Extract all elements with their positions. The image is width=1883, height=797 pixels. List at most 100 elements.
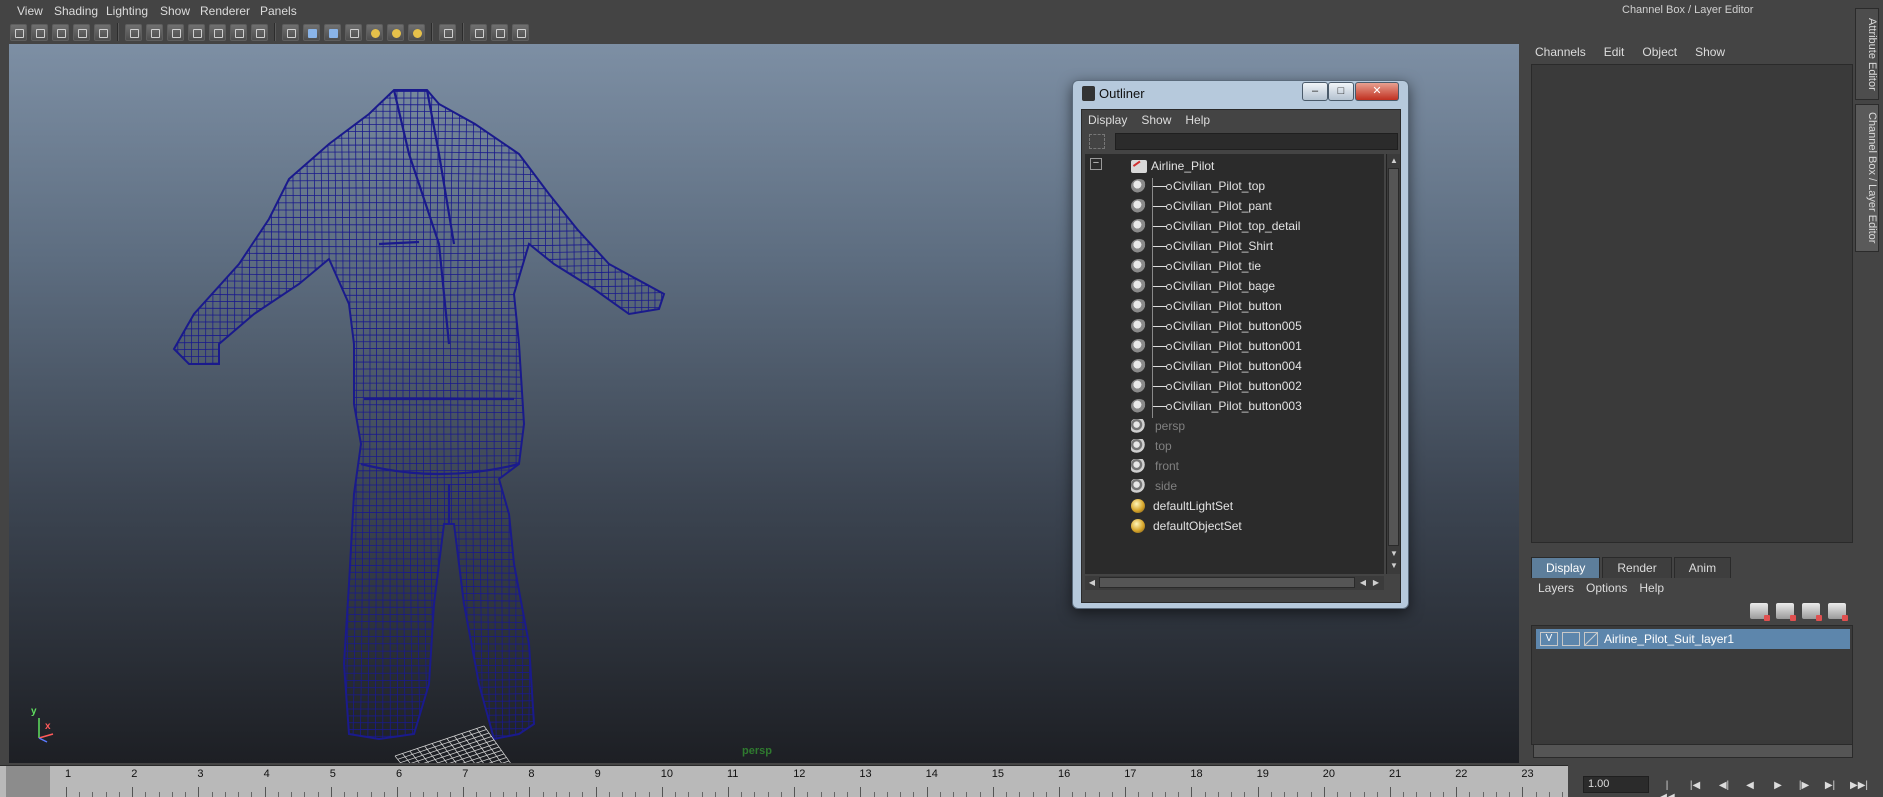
layer-name[interactable]: Airline_Pilot_Suit_layer1 xyxy=(1604,632,1734,646)
wireframe-icon[interactable] xyxy=(282,23,299,41)
select-camera-icon[interactable] xyxy=(10,23,27,41)
menu-help[interactable]: Help xyxy=(1185,113,1210,127)
go-to-start-icon[interactable]: |◀◀ xyxy=(1659,780,1675,797)
outliner-item-camera[interactable]: persp xyxy=(1131,416,1185,436)
menu-show-outliner[interactable]: Show xyxy=(1141,113,1171,127)
play-forwards-icon[interactable]: ▶ xyxy=(1770,780,1786,792)
menu-show[interactable]: Show xyxy=(160,4,190,18)
outliner-horizontal-scrollbar[interactable]: ◀ ◀ ▶ xyxy=(1085,576,1384,590)
scroll-left-icon[interactable]: ◀ xyxy=(1357,577,1369,589)
outliner-item-camera[interactable]: side xyxy=(1131,476,1177,496)
camera-attributes-icon[interactable] xyxy=(31,23,48,41)
tab-channel-box-layer-editor[interactable]: Channel Box / Layer Editor xyxy=(1855,104,1879,252)
new-layer-from-selected-icon[interactable] xyxy=(1828,603,1848,621)
all-lights-icon[interactable] xyxy=(387,23,404,41)
outliner-item-child[interactable]: Civilian_Pilot_bage xyxy=(1131,276,1275,296)
scroll-down-icon[interactable]: ▼ xyxy=(1388,548,1400,560)
collapse-toggle-icon[interactable]: − xyxy=(1090,158,1102,170)
outliner-item-child[interactable]: Civilian_Pilot_top xyxy=(1131,176,1265,196)
menu-channels[interactable]: Channels xyxy=(1535,45,1586,59)
outliner-item-set[interactable]: defaultLightSet xyxy=(1131,496,1233,516)
scroll-down-icon[interactable]: ▼ xyxy=(1388,560,1400,572)
tab-attribute-editor[interactable]: Attribute Editor xyxy=(1855,8,1879,100)
current-frame-field[interactable]: 1.00 xyxy=(1583,776,1649,793)
isolate-select-icon[interactable] xyxy=(439,23,456,41)
default-lighting-icon[interactable] xyxy=(366,23,383,41)
step-forward-key-icon[interactable]: |▶ xyxy=(1796,780,1812,792)
layer-move-up-icon[interactable] xyxy=(1750,603,1770,621)
menu-help-layers[interactable]: Help xyxy=(1639,581,1664,595)
outliner-item-child[interactable]: Civilian_Pilot_button001 xyxy=(1131,336,1302,356)
gate-mask-icon[interactable] xyxy=(188,23,205,41)
scroll-left-icon[interactable]: ◀ xyxy=(1086,577,1098,589)
outliner-item-child[interactable]: Civilian_Pilot_Shirt xyxy=(1131,236,1273,256)
layer-row[interactable]: V Airline_Pilot_Suit_layer1 xyxy=(1536,629,1850,649)
menu-show-cb[interactable]: Show xyxy=(1695,45,1725,59)
bookmark-icon[interactable] xyxy=(52,23,69,41)
close-button[interactable]: ✕ xyxy=(1355,82,1399,101)
layer-color-swatch[interactable] xyxy=(1584,632,1598,646)
2d-pan-zoom-icon[interactable] xyxy=(94,23,111,41)
grid-icon[interactable] xyxy=(125,23,142,41)
menu-panels[interactable]: Panels xyxy=(260,4,297,18)
resolution-gate-icon[interactable] xyxy=(167,23,184,41)
maximize-button[interactable]: □ xyxy=(1328,82,1354,101)
textured-icon[interactable] xyxy=(345,23,362,41)
layer-move-down-icon[interactable] xyxy=(1776,603,1796,621)
outliner-item-child[interactable]: Civilian_Pilot_tie xyxy=(1131,256,1261,276)
outliner-item-camera[interactable]: front xyxy=(1131,456,1179,476)
outliner-item-set[interactable]: defaultObjectSet xyxy=(1131,516,1242,536)
tab-render[interactable]: Render xyxy=(1602,557,1672,578)
outliner-item-child[interactable]: Civilian_Pilot_button xyxy=(1131,296,1282,316)
outliner-item-root[interactable]: Airline_Pilot xyxy=(1131,156,1214,176)
step-forward-icon[interactable]: ▶| xyxy=(1822,780,1838,792)
menu-layers[interactable]: Layers xyxy=(1538,581,1574,595)
menu-options[interactable]: Options xyxy=(1586,581,1627,595)
step-back-icon[interactable]: |◀ xyxy=(1687,780,1703,792)
film-gate-icon[interactable] xyxy=(146,23,163,41)
filter-icon[interactable] xyxy=(1089,134,1105,149)
field-chart-icon[interactable] xyxy=(209,23,226,41)
scroll-up-icon[interactable]: ▲ xyxy=(1388,155,1400,167)
safe-action-icon[interactable] xyxy=(230,23,247,41)
layer-visibility-toggle[interactable]: V xyxy=(1540,632,1558,646)
menu-shading[interactable]: Shading xyxy=(54,4,98,18)
menu-object[interactable]: Object xyxy=(1642,45,1677,59)
scroll-right-icon[interactable]: ▶ xyxy=(1370,577,1382,589)
current-time-marker[interactable] xyxy=(6,766,50,797)
minimize-button[interactable]: – xyxy=(1302,82,1328,101)
outliner-item-child[interactable]: Civilian_Pilot_pant xyxy=(1131,196,1272,216)
layer-playback-toggle[interactable] xyxy=(1562,632,1580,646)
shadows-icon[interactable] xyxy=(408,23,425,41)
tab-display[interactable]: Display xyxy=(1531,557,1601,578)
outliner-item-child[interactable]: Civilian_Pilot_button003 xyxy=(1131,396,1302,416)
scroll-thumb[interactable] xyxy=(1099,577,1355,588)
play-backwards-icon[interactable]: ◀ xyxy=(1742,780,1758,792)
menu-edit[interactable]: Edit xyxy=(1604,45,1625,59)
node-graph-icon[interactable] xyxy=(512,23,529,41)
safe-title-icon[interactable] xyxy=(251,23,268,41)
step-back-key-icon[interactable]: ◀| xyxy=(1716,780,1732,792)
menu-lighting[interactable]: Lighting xyxy=(106,4,148,18)
outliner-item-child[interactable]: Civilian_Pilot_button004 xyxy=(1131,356,1302,376)
menu-renderer[interactable]: Renderer xyxy=(200,4,250,18)
xray-icon[interactable] xyxy=(470,23,487,41)
scroll-thumb[interactable] xyxy=(1388,168,1399,546)
smooth-shade-icon[interactable] xyxy=(303,23,320,41)
outliner-vertical-scrollbar[interactable]: ▲ ▼ ▼ xyxy=(1386,154,1400,574)
outliner-item-child[interactable]: Civilian_Pilot_top_detail xyxy=(1131,216,1300,236)
menu-view[interactable]: View xyxy=(17,4,43,18)
wireframe-on-shaded-icon[interactable] xyxy=(324,23,341,41)
go-to-end-icon[interactable]: ▶▶| xyxy=(1850,780,1868,792)
tab-anim[interactable]: Anim xyxy=(1673,557,1732,578)
outliner-item-child[interactable]: Civilian_Pilot_button005 xyxy=(1131,316,1302,336)
time-slider[interactable]: 123456789101112131415161718192021222324 xyxy=(0,765,1643,797)
outliner-filter-field[interactable] xyxy=(1115,133,1398,150)
xray-joints-icon[interactable] xyxy=(491,23,508,41)
outliner-item-child[interactable]: Civilian_Pilot_button002 xyxy=(1131,376,1302,396)
outliner-item-camera[interactable]: top xyxy=(1131,436,1172,456)
image-plane-icon[interactable] xyxy=(73,23,90,41)
menu-display[interactable]: Display xyxy=(1088,113,1127,127)
layer-horizontal-scrollbar[interactable] xyxy=(1533,744,1853,758)
new-empty-layer-icon[interactable] xyxy=(1802,603,1822,621)
